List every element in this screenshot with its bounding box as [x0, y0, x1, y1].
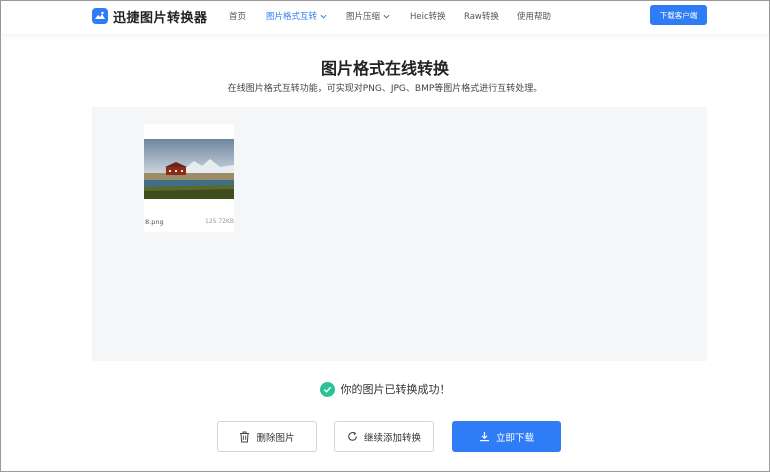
download-now-label: 立即下载 — [495, 432, 534, 444]
continue-add-label: 继续添加转换 — [363, 432, 421, 444]
nav-item-compress[interactable]: 图片压缩 — [346, 10, 390, 22]
chevron-down-icon — [383, 14, 390, 19]
logo-icon — [92, 8, 108, 24]
page-subtitle: 在线图片格式互转功能，可实现对PNG、JPG、BMP等图片格式进行互转处理。 — [227, 84, 543, 94]
nav-label: 图片格式互转 — [266, 12, 318, 22]
success-message: 你的图片已转换成功！ — [1, 381, 769, 397]
download-client-button[interactable]: 下载客户端 — [650, 5, 707, 25]
nav-item-heic[interactable]: Heic转换 — [410, 10, 446, 22]
nav-label: Heic转换 — [410, 12, 446, 22]
logo[interactable]: 迅捷图片转换器 — [92, 7, 208, 26]
refresh-icon — [348, 431, 357, 441]
trash-icon — [240, 431, 250, 442]
file-size: 125.72KB — [205, 218, 235, 225]
image-card[interactable] — [144, 124, 234, 232]
nav-label: 图片压缩 — [346, 12, 381, 22]
logo-text: 迅捷图片转换器 — [113, 10, 208, 26]
delete-image-button[interactable]: 删除图片 — [217, 421, 317, 452]
download-icon — [479, 432, 489, 442]
nav-item-home[interactable]: 首页 — [229, 10, 246, 22]
success-text: 你的图片已转换成功！ — [340, 383, 451, 396]
delete-image-label: 删除图片 — [256, 432, 295, 444]
page-title: 图片格式在线转换 — [320, 59, 449, 78]
conversion-panel — [92, 107, 707, 361]
nav-item-help[interactable]: 使用帮助 — [517, 10, 551, 22]
nav-label: Raw转换 — [464, 12, 499, 22]
image-thumbnail — [144, 139, 234, 199]
nav-label: 使用帮助 — [517, 12, 552, 22]
chevron-down-icon — [320, 14, 327, 19]
file-name: 8.png — [145, 218, 164, 226]
continue-add-button[interactable]: 继续添加转换 — [334, 421, 434, 452]
nav-item-format-convert[interactable]: 图片格式互转 — [266, 10, 327, 22]
nav-label: 首页 — [229, 12, 247, 22]
top-header: 迅捷图片转换器 首页 图片格式互转 图片压缩 Heic转换 Raw转换 使用帮助… — [1, 1, 769, 34]
check-circle-icon — [319, 381, 335, 397]
download-now-button[interactable]: 立即下载 — [452, 421, 561, 452]
nav-item-raw[interactable]: Raw转换 — [464, 10, 499, 22]
